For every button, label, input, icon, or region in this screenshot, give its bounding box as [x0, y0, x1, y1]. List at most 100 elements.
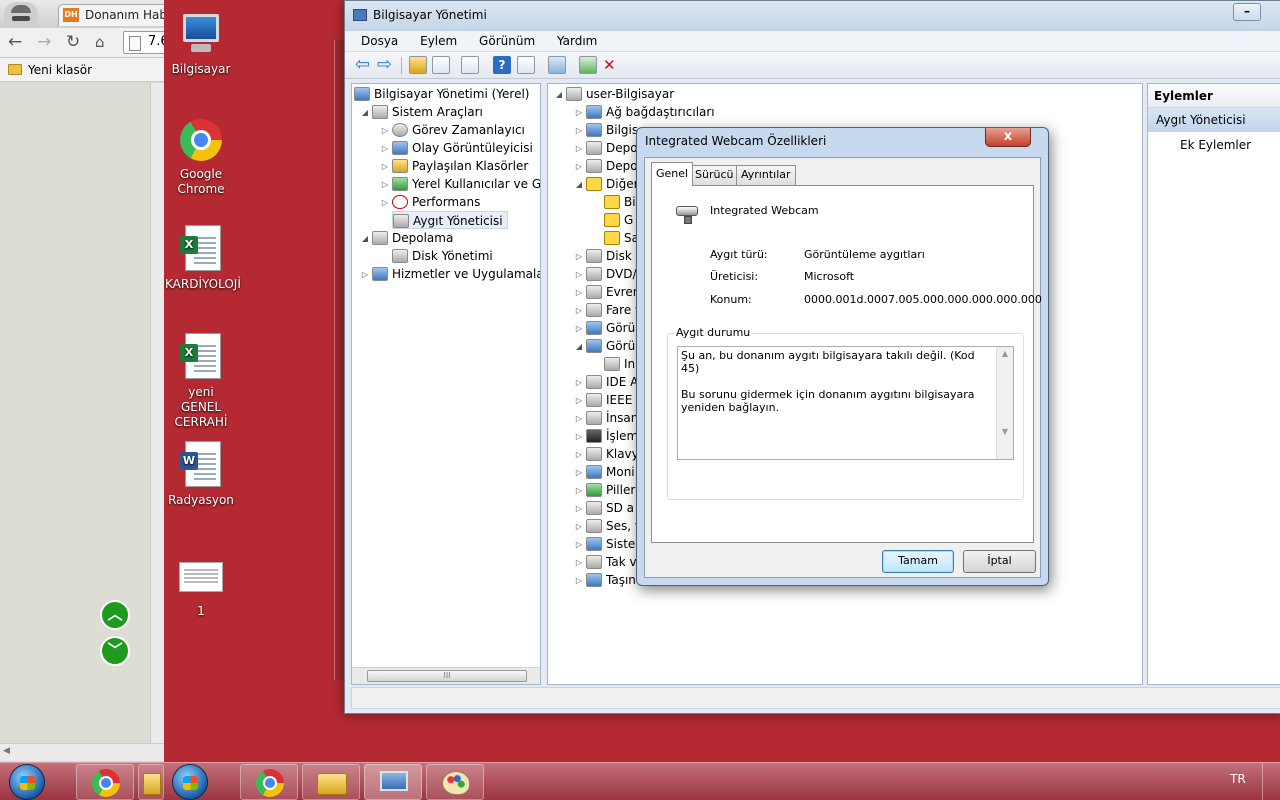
taskbar-chrome[interactable]	[76, 764, 134, 800]
up-level-icon[interactable]	[409, 56, 427, 74]
device-root[interactable]: user-Bilgisayar	[566, 85, 674, 103]
expand-icon[interactable]: ▷	[574, 396, 584, 405]
taskbar-paint[interactable]	[426, 764, 484, 800]
device-status-textbox[interactable]: Şu an, bu donanım aygıtı bilgisayara tak…	[677, 346, 1014, 460]
ok-button[interactable]: Tamam	[882, 550, 954, 573]
expand-icon[interactable]: ▷	[574, 378, 584, 387]
expand-icon[interactable]: ▷	[574, 126, 584, 135]
language-indicator[interactable]: TR	[1230, 772, 1246, 786]
expand-icon[interactable]: ▷	[574, 162, 584, 171]
action-more-actions[interactable]: Ek Eylemler	[1148, 132, 1280, 152]
expand-icon[interactable]: ▷	[574, 576, 584, 585]
tree-item-services[interactable]: Hizmetler ve Uygulamalar	[372, 265, 540, 283]
device-category-item[interactable]: Ağ bağdaştırıcıları	[586, 103, 715, 121]
tree-item-local-users[interactable]: Yerel Kullanıcılar ve Gru	[392, 175, 540, 193]
start-button[interactable]	[9, 764, 45, 800]
update-driver-icon[interactable]	[579, 56, 597, 74]
device-category-item[interactable]: Görü	[586, 337, 635, 355]
device-category-item[interactable]: Bi	[604, 193, 636, 211]
tree-item-storage[interactable]: Depolama	[372, 229, 453, 247]
expand-icon[interactable]: ▷	[574, 270, 584, 279]
bookmark-folder[interactable]: Yeni klasör	[28, 63, 92, 77]
desktop-icon-file-1[interactable]: 1	[165, 552, 237, 619]
expand-icon[interactable]: ▷	[380, 126, 390, 135]
expand-icon[interactable]: ▷	[574, 108, 584, 117]
expand-icon[interactable]: ▷	[380, 180, 390, 189]
device-category-item[interactable]: İnsan	[586, 409, 638, 427]
device-category-item[interactable]: Taşın	[586, 571, 636, 589]
close-button[interactable]: x	[985, 128, 1031, 147]
action-pane-icon[interactable]	[517, 56, 535, 74]
desktop-icon-genel-cerrahi[interactable]: X yeni GENEL CERRAHİ	[165, 333, 237, 430]
back-arrow-icon[interactable]: ⇦	[355, 56, 373, 74]
collapse-icon[interactable]: ◢	[360, 108, 370, 117]
expand-icon[interactable]: ▷	[574, 450, 584, 459]
menu-view[interactable]: Görünüm	[469, 31, 543, 48]
tree-horizontal-scrollbar[interactable]: III	[352, 667, 540, 684]
taskbar-explorer-2[interactable]	[302, 764, 360, 800]
device-category-item[interactable]: Evren	[586, 283, 640, 301]
expand-icon[interactable]: ▷	[574, 288, 584, 297]
minimize-button[interactable]: –	[1233, 3, 1261, 21]
browser-horizontal-scrollbar[interactable]	[0, 743, 164, 761]
browser-tab[interactable]: DH Donanım Haber	[58, 4, 164, 26]
expand-icon[interactable]: ▷	[360, 270, 370, 279]
device-category-item[interactable]: Tak v	[586, 553, 637, 571]
device-category-item[interactable]: Diğer	[586, 175, 639, 193]
forward-arrow-icon[interactable]: →	[37, 32, 51, 52]
properties-icon[interactable]	[461, 56, 479, 74]
menu-help[interactable]: Yardım	[547, 31, 605, 48]
tree-item-disk-management[interactable]: Disk Yönetimi	[392, 247, 493, 265]
expand-icon[interactable]: ▷	[574, 522, 584, 531]
start-button-secondary[interactable]	[172, 764, 208, 800]
desktop-icon-chrome[interactable]: Google Chrome	[165, 116, 237, 197]
device-category-item[interactable]: G	[604, 211, 633, 229]
tab-details[interactable]: Ayrıntılar	[736, 165, 796, 185]
collapse-icon[interactable]: ◢	[360, 234, 370, 243]
device-category-item[interactable]: Depo	[586, 157, 638, 175]
collapse-icon[interactable]: ◢	[574, 180, 584, 189]
device-category-item[interactable]: Bilgis	[586, 121, 638, 139]
scroll-up-icon[interactable]: ︿	[100, 600, 130, 630]
show-hide-tree-icon[interactable]	[432, 56, 450, 74]
show-desktop-button[interactable]	[1262, 763, 1280, 800]
device-category-item[interactable]: Moni	[586, 463, 635, 481]
tree-item-task-scheduler[interactable]: Görev Zamanlayıcı	[392, 121, 525, 139]
expand-icon[interactable]: ▷	[574, 414, 584, 423]
expand-icon[interactable]: ▷	[574, 540, 584, 549]
menu-action[interactable]: Eylem	[410, 31, 465, 48]
expand-icon[interactable]: ▷	[574, 468, 584, 477]
scan-hardware-icon[interactable]	[548, 56, 566, 74]
device-category-item[interactable]: Klavy	[586, 445, 639, 463]
scrollbar-thumb[interactable]: III	[367, 670, 527, 682]
tab-general[interactable]: Genel	[651, 162, 694, 186]
device-category-item[interactable]: Depo	[586, 139, 638, 157]
device-category-item[interactable]: Piller	[586, 481, 635, 499]
taskbar-chrome-2[interactable]	[240, 764, 298, 800]
uninstall-icon[interactable]: ✕	[603, 56, 621, 74]
device-category-item[interactable]: In	[604, 355, 635, 373]
device-category-item[interactable]: IDE A	[586, 373, 638, 391]
tree-item-shared-folders[interactable]: Paylaşılan Klasörler	[392, 157, 528, 175]
collapse-icon[interactable]: ◢	[574, 342, 584, 351]
tree-item-event-viewer[interactable]: Olay Görüntüleyicisi	[392, 139, 533, 157]
expand-icon[interactable]: ▷	[574, 504, 584, 513]
device-category-item[interactable]: Sa	[604, 229, 639, 247]
expand-icon[interactable]: ▷	[574, 432, 584, 441]
forward-arrow-icon[interactable]: ⇨	[377, 56, 395, 74]
device-category-item[interactable]: DVD/	[586, 265, 637, 283]
tree-root[interactable]: Bilgisayar Yönetimi (Yerel)	[354, 85, 529, 103]
desktop-icon-radyasyon[interactable]: W Radyasyon	[165, 441, 237, 508]
window-titlebar[interactable]: Bilgisayar Yönetimi –	[345, 1, 1280, 31]
action-device-manager[interactable]: Aygıt Yöneticisi	[1148, 108, 1280, 132]
tab-driver[interactable]: Sürücü	[690, 165, 739, 185]
browser-vertical-scrollbar[interactable]	[150, 83, 164, 743]
back-arrow-icon[interactable]: ←	[8, 32, 22, 52]
help-icon[interactable]: ?	[493, 56, 511, 74]
reload-icon[interactable]: ↻	[66, 32, 80, 52]
desktop-icon-kardiyoloji[interactable]: X KARDİYOLOJİ	[165, 225, 241, 292]
device-category-item[interactable]: Sister	[586, 535, 640, 553]
expand-icon[interactable]: ▷	[574, 486, 584, 495]
expand-icon[interactable]: ▷	[574, 252, 584, 261]
cancel-button[interactable]: İptal	[963, 550, 1036, 573]
